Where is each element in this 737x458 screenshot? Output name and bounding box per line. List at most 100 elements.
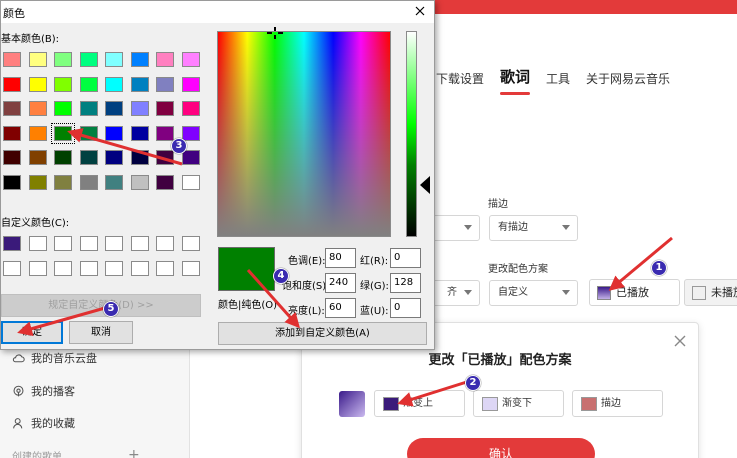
color-swatch[interactable] xyxy=(130,236,149,251)
red-input[interactable]: 0 xyxy=(390,248,421,268)
scheme-confirm-button[interactable]: 确认 xyxy=(407,438,595,458)
color-swatch[interactable] xyxy=(156,150,174,165)
blue-input[interactable]: 0 xyxy=(390,298,421,318)
color-swatch[interactable] xyxy=(130,52,149,67)
color-swatch[interactable] xyxy=(3,260,21,276)
played-color-button[interactable]: 已播放 xyxy=(589,279,680,306)
color-swatch[interactable] xyxy=(79,150,98,165)
color-swatch[interactable] xyxy=(3,76,21,92)
close-icon[interactable] xyxy=(412,3,428,19)
color-swatch[interactable] xyxy=(105,174,123,190)
color-swatch[interactable] xyxy=(28,150,47,165)
color-swatch[interactable] xyxy=(79,101,98,116)
sidebar-item-podcast[interactable]: 我的播客 xyxy=(12,383,75,399)
color-swatch[interactable] xyxy=(130,174,149,190)
color-swatch[interactable] xyxy=(130,76,149,92)
sidebar-item-favorites[interactable]: 我的收藏 xyxy=(12,415,75,431)
color-swatch[interactable] xyxy=(156,76,174,92)
color-swatch[interactable] xyxy=(130,125,149,141)
color-swatch[interactable] xyxy=(105,236,123,251)
color-swatch[interactable] xyxy=(181,150,200,165)
color-swatch[interactable] xyxy=(156,260,174,276)
color-swatch[interactable] xyxy=(79,236,98,251)
tab-lyrics[interactable]: 歌词 xyxy=(500,66,531,95)
color-swatch[interactable] xyxy=(105,101,123,116)
podcast-icon xyxy=(13,385,24,396)
color-swatch[interactable] xyxy=(79,260,98,276)
gradient-top-button[interactable]: 渐变上 xyxy=(374,390,465,417)
color-swatch[interactable] xyxy=(79,52,98,67)
color-swatch[interactable] xyxy=(3,150,21,165)
color-swatch[interactable] xyxy=(54,76,72,92)
color-swatch[interactable] xyxy=(156,125,174,141)
color-swatch[interactable] xyxy=(3,174,21,190)
color-swatch[interactable] xyxy=(54,174,72,190)
chevron-down-icon xyxy=(562,290,570,295)
color-swatch[interactable] xyxy=(54,236,72,251)
unplayed-color-button[interactable]: 未播放 xyxy=(684,279,737,306)
color-swatch[interactable] xyxy=(105,125,123,141)
scheme-select[interactable]: 自定义 xyxy=(489,280,578,306)
color-swatch[interactable] xyxy=(79,76,98,92)
color-swatch[interactable] xyxy=(3,101,21,116)
color-swatch[interactable] xyxy=(3,125,21,141)
color-swatch[interactable] xyxy=(130,101,149,116)
color-swatch[interactable] xyxy=(51,122,75,144)
color-swatch[interactable] xyxy=(28,125,47,141)
color-swatch[interactable] xyxy=(28,52,47,67)
luminance-arrow-icon[interactable] xyxy=(420,176,430,194)
crosshair-icon[interactable] xyxy=(266,27,284,39)
color-swatch[interactable] xyxy=(130,150,149,165)
color-swatch[interactable] xyxy=(181,101,200,116)
color-swatch[interactable] xyxy=(28,236,47,251)
gradient-top-swatch xyxy=(383,397,399,411)
ok-button[interactable]: 确定 xyxy=(1,321,63,344)
hue-input[interactable]: 80 xyxy=(325,248,356,268)
add-to-custom-colors-button[interactable]: 添加到自定义颜色(A) xyxy=(218,322,427,345)
color-swatch[interactable] xyxy=(54,101,72,116)
color-swatch[interactable] xyxy=(156,174,174,190)
green-input[interactable]: 128 xyxy=(390,273,421,293)
color-swatch[interactable] xyxy=(3,52,21,67)
color-swatch[interactable] xyxy=(54,52,72,67)
tab-download-settings[interactable]: 下载设置 xyxy=(436,70,484,87)
saturation-input[interactable]: 240 xyxy=(325,273,356,293)
luminance-slider[interactable] xyxy=(406,31,417,237)
color-swatch[interactable] xyxy=(156,236,174,251)
color-swatch[interactable] xyxy=(181,76,200,92)
color-swatch[interactable] xyxy=(79,174,98,190)
color-swatch[interactable] xyxy=(181,174,200,190)
color-swatch[interactable] xyxy=(28,76,47,92)
stroke-select[interactable]: 有描边 xyxy=(489,215,578,241)
color-swatch[interactable] xyxy=(156,101,174,116)
color-swatch[interactable] xyxy=(181,236,200,251)
color-swatch[interactable] xyxy=(54,150,72,165)
color-swatch[interactable] xyxy=(181,260,200,276)
color-swatch[interactable] xyxy=(28,174,47,190)
color-swatch[interactable] xyxy=(181,125,200,141)
color-preview xyxy=(218,247,275,291)
color-swatch[interactable] xyxy=(28,101,47,116)
add-icon[interactable]: + xyxy=(128,447,140,458)
color-swatch[interactable] xyxy=(181,52,200,67)
color-swatch[interactable] xyxy=(156,52,174,67)
color-swatch[interactable] xyxy=(3,236,21,251)
color-swatch[interactable] xyxy=(105,52,123,67)
color-swatch[interactable] xyxy=(28,260,47,276)
color-swatch[interactable] xyxy=(79,125,98,141)
scheme-select-value: 自定义 xyxy=(498,287,528,298)
tab-tools[interactable]: 工具 xyxy=(546,70,570,87)
sidebar-item-cloud-disk[interactable]: 我的音乐云盘 xyxy=(12,350,97,366)
color-swatch[interactable] xyxy=(105,76,123,92)
luminance-input[interactable]: 60 xyxy=(325,298,356,318)
stroke-color-button[interactable]: 描边 xyxy=(572,390,663,417)
tab-about[interactable]: 关于网易云音乐 xyxy=(586,70,670,87)
close-icon[interactable] xyxy=(672,333,688,349)
gradient-bottom-button[interactable]: 渐变下 xyxy=(473,390,564,417)
color-swatch[interactable] xyxy=(105,150,123,165)
color-swatch[interactable] xyxy=(130,260,149,276)
color-swatch[interactable] xyxy=(105,260,123,276)
hue-saturation-spectrum[interactable] xyxy=(217,31,391,237)
color-swatch[interactable] xyxy=(54,260,72,276)
cancel-button[interactable]: 取消 xyxy=(69,321,133,344)
